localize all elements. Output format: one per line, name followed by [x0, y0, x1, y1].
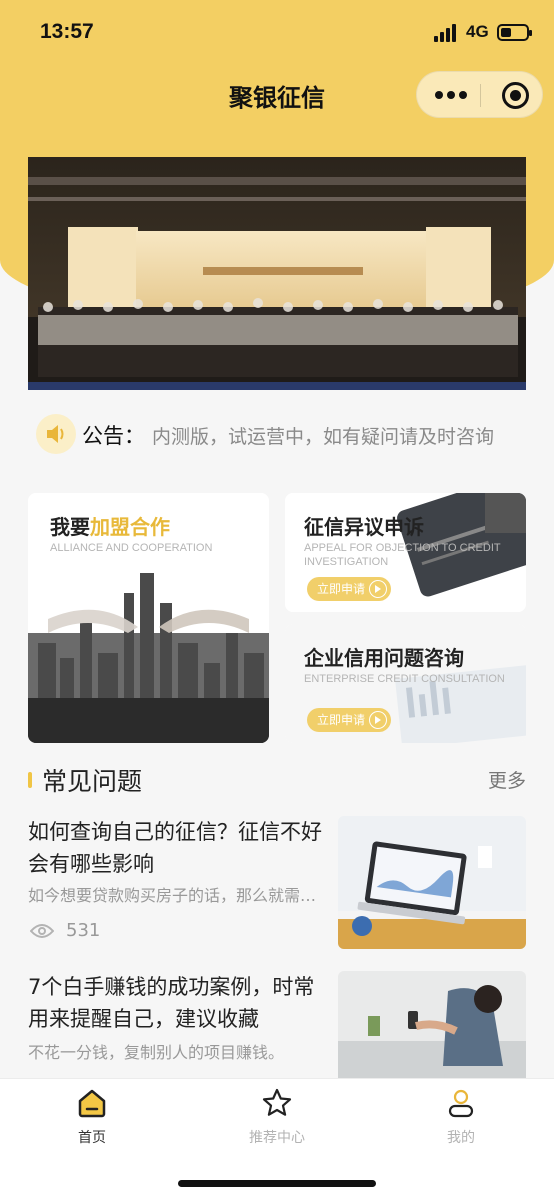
home-icon — [78, 1089, 106, 1118]
article-title: 7个白手赚钱的成功案例，时常用来提醒自己，建议收藏 — [28, 975, 315, 1031]
enterprise-credit-title: 企业信用问题咨询 — [304, 646, 464, 670]
network-type: 4G — [466, 22, 489, 41]
enterprise-credit-subtitle: ENTERPRISE CREDIT CONSULTATION — [304, 673, 505, 685]
credit-appeal-subtitle: APPEAL FOR OBJECTION TO CREDIT INVESTIGA… — [304, 542, 501, 568]
alliance-card[interactable]: 我要加盟合作 ALLIANCE AND COOPERATION — [28, 493, 269, 743]
more-icon[interactable] — [435, 91, 467, 101]
article-excerpt: 如今想要贷款购买房子的话，那么就需要先查询征信 — [28, 886, 324, 905]
banner-carousel[interactable] — [28, 157, 526, 390]
faq-section-title: 常见问题 — [42, 767, 143, 796]
alliance-title-prefix: 我要 — [50, 515, 90, 539]
credit-appeal-apply-button[interactable]: 立即申请 — [307, 577, 391, 601]
tab-me-label: 我的 — [447, 1130, 475, 1146]
banner-photo — [28, 157, 526, 390]
arrow-right-icon — [369, 711, 387, 729]
credit-appeal-title: 征信异议申诉 — [304, 515, 424, 539]
credit-appeal-apply-label: 立即申请 — [317, 582, 366, 596]
faq-more-link[interactable]: 更多 — [488, 766, 526, 793]
tab-home-label: 首页 — [78, 1130, 106, 1146]
announcement-text: 内测版，试运营中，如有疑问请及时咨询 — [152, 426, 495, 448]
signal-icon — [434, 24, 460, 42]
capsule-divider — [480, 84, 481, 107]
star-icon — [262, 1088, 292, 1116]
status-bar: 13:57 4G — [0, 0, 554, 66]
credit-appeal-card[interactable]: 征信异议申诉 APPEAL FOR OBJECTION TO CREDIT IN… — [285, 493, 526, 612]
alliance-title: 我要加盟合作 — [50, 511, 170, 540]
article-item[interactable]: 7个白手赚钱的成功案例，时常用来提醒自己，建议收藏 不花一分钱，复制别人的项目赚… — [28, 971, 526, 1079]
article-view-count: 531 — [66, 920, 101, 941]
enterprise-credit-card[interactable]: 企业信用问题咨询 ENTERPRISE CREDIT CONSULTATION … — [285, 624, 526, 743]
home-indicator — [178, 1180, 376, 1187]
miniprogram-capsule — [416, 71, 543, 118]
man-with-phone-image — [338, 971, 526, 1079]
tab-recommend[interactable]: 推荐中心 — [217, 1079, 337, 1159]
speaker-icon — [36, 414, 76, 454]
user-icon — [448, 1089, 474, 1118]
announcement-bar[interactable]: 公告： 内测版，试运营中，如有疑问请及时咨询 — [28, 412, 528, 458]
article-excerpt: 不花一分钱，复制别人的项目赚钱。 — [28, 1043, 285, 1062]
article-thumbnail — [338, 816, 526, 949]
enterprise-credit-apply-label: 立即申请 — [317, 713, 366, 727]
article-item[interactable]: 如何查询自己的征信？征信不好会有哪些影响 如今想要贷款购买房子的话，那么就需要先… — [28, 816, 526, 949]
enterprise-credit-apply-button[interactable]: 立即申请 — [307, 708, 391, 732]
section-accent-bar — [28, 772, 32, 788]
close-miniprogram-icon[interactable] — [502, 82, 529, 109]
announcement-label: 公告： — [82, 424, 145, 448]
tab-me[interactable]: 我的 — [401, 1079, 521, 1159]
tab-recommend-label: 推荐中心 — [249, 1130, 305, 1146]
article-thumbnail — [338, 971, 526, 1079]
battery-icon — [497, 24, 532, 41]
faq-section-header: 常见问题 更多 — [28, 760, 526, 800]
laptop-image — [338, 816, 526, 949]
alliance-title-highlight: 加盟合作 — [90, 515, 170, 539]
arrow-right-icon — [369, 580, 387, 598]
article-title: 如何查询自己的征信？征信不好会有哪些影响 — [28, 820, 322, 876]
eye-icon — [30, 924, 54, 938]
status-time: 13:57 — [40, 20, 94, 43]
alliance-subtitle: ALLIANCE AND COOPERATION — [50, 542, 213, 554]
tab-home[interactable]: 首页 — [32, 1079, 152, 1159]
